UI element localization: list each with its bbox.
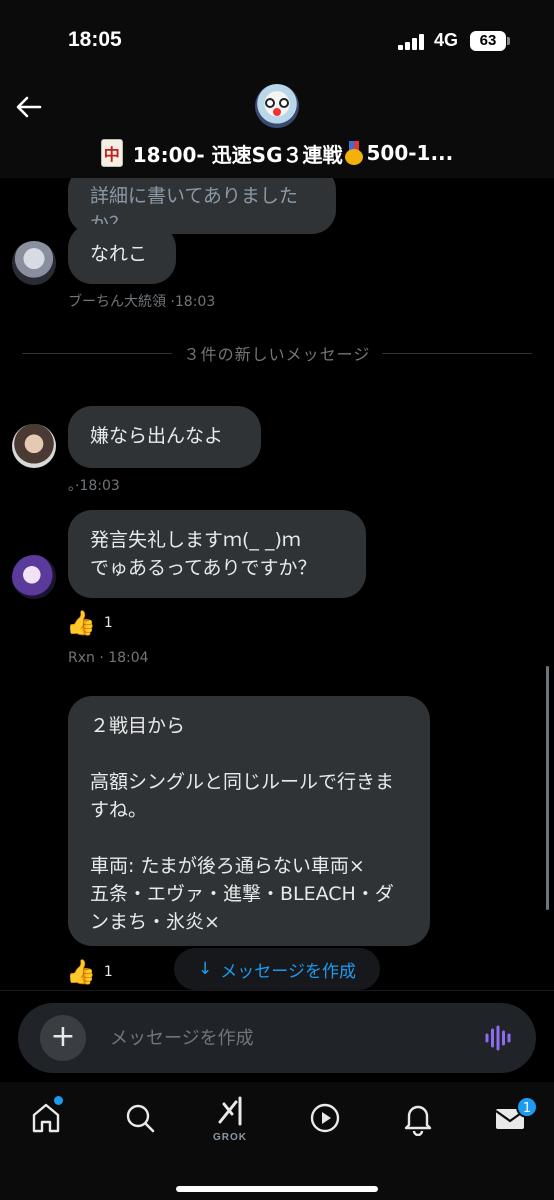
- tab-notifications[interactable]: [400, 1100, 436, 1137]
- battery-tip: [507, 37, 510, 45]
- message-list[interactable]: 詳細に書いてありましたか？ なれこ ブーちん大統領 ·18:03 ３件の新しいメ…: [0, 178, 554, 990]
- message-bubble: なれこ: [68, 224, 176, 284]
- signal-icon: [398, 34, 426, 50]
- battery-icon: 63: [470, 31, 506, 51]
- avatar[interactable]: [12, 241, 56, 285]
- compose-message-pill[interactable]: ↓ メッセージを作成: [174, 948, 380, 990]
- tab-search[interactable]: [122, 1100, 158, 1136]
- home-indicator[interactable]: [176, 1186, 378, 1192]
- grok-icon: [218, 1096, 242, 1126]
- search-icon: [126, 1104, 155, 1133]
- status-time: 18:05: [68, 28, 122, 51]
- composer: +: [18, 1003, 536, 1073]
- home-icon: [32, 1103, 60, 1133]
- divider-label: ３件の新しいメッセージ: [183, 345, 371, 364]
- thumbs-up-icon: 👍: [66, 958, 96, 986]
- scrollbar[interactable]: [546, 666, 549, 910]
- arrow-left-icon: [16, 96, 42, 118]
- grok-label: GROK: [213, 1132, 247, 1143]
- gold-medal-icon: [344, 141, 364, 165]
- mahjong-tile-icon: 中: [100, 139, 123, 167]
- reaction-count: 1: [103, 615, 113, 631]
- reaction[interactable]: 👍 1: [66, 958, 113, 986]
- reaction-count: 1: [103, 964, 113, 980]
- message-input[interactable]: [110, 1023, 470, 1053]
- avatar[interactable]: [12, 555, 56, 599]
- add-button[interactable]: +: [40, 1015, 86, 1061]
- conversation-header: 中 18:00- 迅速SG３連戦 500-1...: [0, 80, 554, 178]
- video-icon: [310, 1103, 340, 1133]
- title-text: 18:00- 迅速SG３連戦: [132, 142, 343, 167]
- thumbs-up-icon: 👍: [66, 609, 96, 637]
- back-button[interactable]: [14, 92, 44, 122]
- tab-bar: GROK 1: [0, 1082, 554, 1200]
- message-bubble: ２戦目から 高額シングルと同じルールで行きますね。 車両: たまが後ろ通らない車…: [68, 696, 430, 946]
- reaction[interactable]: 👍 1: [66, 609, 113, 637]
- network-type: 4G: [434, 30, 459, 50]
- message-bubble: 発言失礼しますｍ(_ _)ｍ でゅあるってありですか？: [68, 510, 366, 598]
- mail-badge: 1: [516, 1096, 538, 1118]
- voice-icon[interactable]: [484, 1025, 512, 1051]
- message-meta: Rxn · 18:04: [68, 650, 149, 666]
- tab-video[interactable]: [307, 1100, 343, 1136]
- tab-grok[interactable]: [214, 1094, 250, 1130]
- title-text-tail: 500-1...: [366, 141, 454, 165]
- status-bar: 18:05 4G 63: [0, 0, 554, 80]
- arrow-down-icon: ↓: [198, 959, 213, 979]
- compose-pill-label: メッセージを作成: [220, 961, 356, 982]
- message-meta: 。·18:03: [68, 478, 120, 494]
- avatar[interactable]: [12, 424, 56, 468]
- home-notification-dot: [54, 1096, 63, 1105]
- new-messages-divider: ３件の新しいメッセージ: [22, 343, 532, 364]
- tab-home[interactable]: [28, 1100, 64, 1136]
- conversation-title[interactable]: 中 18:00- 迅速SG３連戦 500-1...: [0, 136, 554, 170]
- message-bubble: 嫌なら出んなよ: [68, 406, 261, 468]
- message-meta: ブーちん大統領 ·18:03: [68, 294, 216, 310]
- group-avatar[interactable]: [255, 84, 299, 128]
- bell-icon: [404, 1105, 432, 1137]
- composer-area: +: [0, 990, 554, 1082]
